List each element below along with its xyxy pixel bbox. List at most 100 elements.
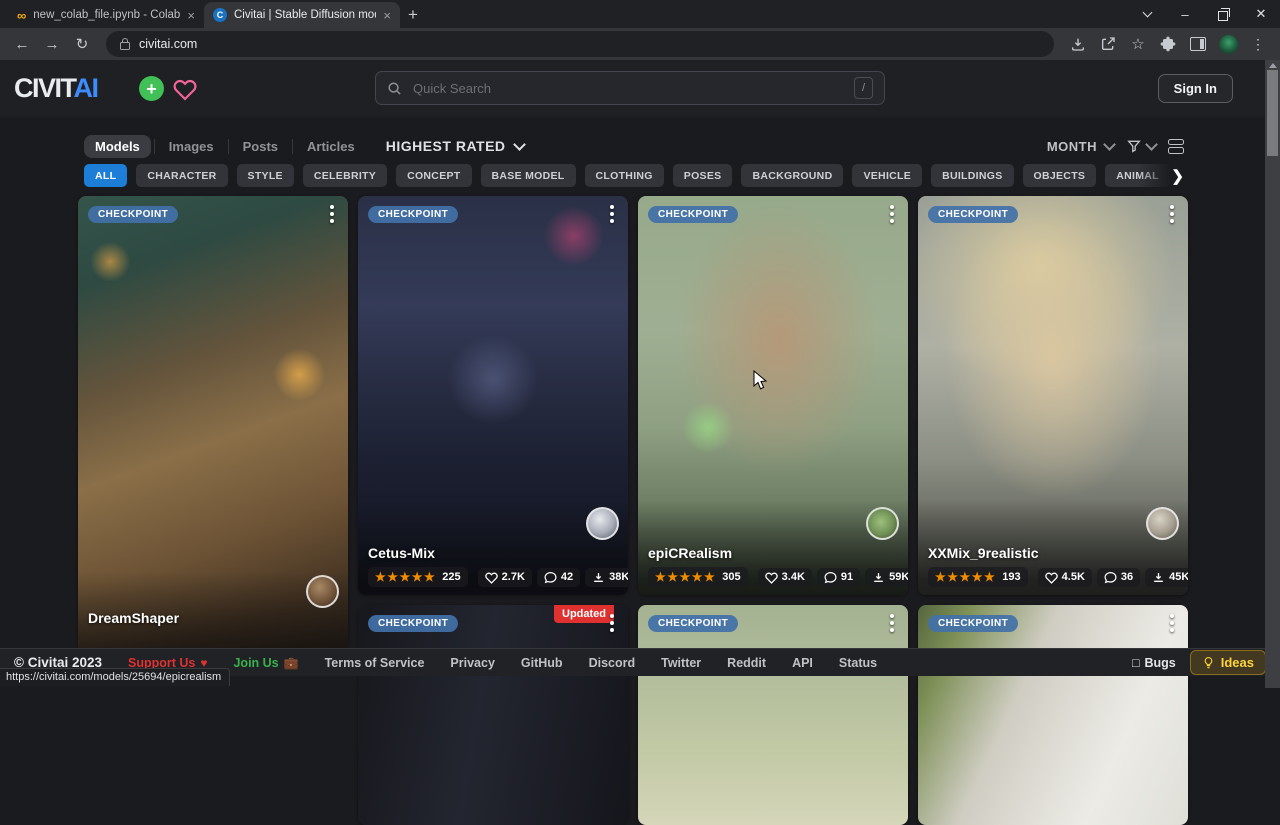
filter-dropdown[interactable] [1126, 138, 1156, 154]
category-buildings[interactable]: BUILDINGS [931, 164, 1013, 187]
model-card[interactable]: CHECKPOINTDreamShaper [78, 196, 348, 666]
bookmark-star-icon[interactable]: ☆ [1126, 32, 1150, 56]
tab-close-icon[interactable]: × [383, 8, 391, 23]
card-stats: ★★★★★1934.5K3645K [928, 567, 1178, 587]
card-menu-icon[interactable] [883, 614, 901, 632]
model-card[interactable]: CHECKPOINT [918, 605, 1188, 825]
model-card[interactable]: CHECKPOINT [638, 605, 908, 825]
civitai-logo[interactable]: CIVITAI [14, 73, 98, 104]
tab-divider [228, 139, 229, 154]
footer-link-github[interactable]: GitHub [521, 656, 563, 670]
rating-pill[interactable]: ★★★★★193 [928, 567, 1028, 587]
rating-pill[interactable]: ★★★★★305 [648, 567, 748, 587]
model-type-badge: CHECKPOINT [368, 615, 458, 632]
bugs-link[interactable]: □ Bugs [1132, 656, 1176, 670]
model-card[interactable]: CHECKPOINTUpdated [358, 605, 628, 825]
window-restore-button[interactable] [1204, 0, 1242, 28]
tab-articles[interactable]: Articles [296, 135, 366, 158]
period-dropdown[interactable]: MONTH [1047, 139, 1114, 154]
category-objects[interactable]: OBJECTS [1023, 164, 1097, 187]
new-tab-button[interactable]: + [400, 2, 426, 28]
card-menu-icon[interactable] [603, 205, 621, 223]
scrollbar-thumb[interactable] [1267, 70, 1278, 156]
categories-scroll-right[interactable]: ❯ [1138, 161, 1184, 190]
comment-icon [544, 571, 557, 584]
card-menu-icon[interactable] [603, 614, 621, 632]
tab-models[interactable]: Models [84, 135, 151, 158]
footer-link-status[interactable]: Status [839, 656, 877, 670]
downloads-pill[interactable]: 59K [865, 568, 908, 587]
browser-tab-colab[interactable]: ∞ new_colab_file.ipynb - Colaborat × [8, 2, 204, 28]
tab-title: Civitai | Stable Diffusion models, [234, 9, 376, 21]
window-close-button[interactable]: ✕ [1242, 0, 1280, 28]
reload-button[interactable]: ↻ [70, 32, 94, 56]
window-minimize-button[interactable]: – [1166, 0, 1204, 28]
model-card[interactable]: CHECKPOINTCetus-Mix★★★★★2252.7K4238K [358, 196, 628, 595]
downloads-pill[interactable]: 38K [585, 568, 628, 587]
search-bar[interactable]: / [375, 71, 885, 105]
browser-tab-civitai[interactable]: C Civitai | Stable Diffusion models, × [204, 2, 400, 28]
share-icon[interactable] [1096, 32, 1120, 56]
star-icons: ★★★★★ [375, 570, 436, 584]
browser-toolbar: ← → ↻ civitai.com ☆ ⋮ [0, 28, 1280, 60]
page-scrollbar[interactable] [1265, 60, 1280, 688]
favorites-heart-icon[interactable] [171, 75, 198, 102]
card-menu-icon[interactable] [1163, 205, 1181, 223]
sign-in-button[interactable]: Sign In [1158, 74, 1233, 103]
downloads-pill[interactable]: 45K [1145, 568, 1188, 587]
tab-close-icon[interactable]: × [187, 8, 195, 23]
creator-avatar[interactable] [1146, 507, 1179, 540]
star-icons: ★★★★★ [935, 570, 996, 584]
comments-pill[interactable]: 36 [1097, 568, 1140, 587]
category-concept[interactable]: CONCEPT [396, 164, 471, 187]
layout-toggle-icon[interactable] [1168, 139, 1184, 154]
footer-link-terms-of-service[interactable]: Terms of Service [325, 656, 425, 670]
search-input[interactable] [411, 80, 845, 97]
address-bar[interactable]: civitai.com [106, 31, 1054, 57]
comments-pill[interactable]: 42 [537, 568, 580, 587]
category-clothing[interactable]: CLOTHING [585, 164, 664, 187]
likes-pill[interactable]: 4.5K [1038, 568, 1092, 587]
download-icon[interactable] [1066, 32, 1090, 56]
creator-avatar[interactable] [866, 507, 899, 540]
card-menu-icon[interactable] [1163, 614, 1181, 632]
footer-link-privacy[interactable]: Privacy [450, 656, 494, 670]
downloads-count: 38K [609, 571, 628, 583]
tab-images[interactable]: Images [158, 135, 225, 158]
category-background[interactable]: BACKGROUND [741, 164, 843, 187]
category-vehicle[interactable]: VEHICLE [852, 164, 922, 187]
extensions-puzzle-icon[interactable] [1156, 32, 1180, 56]
sort-dropdown[interactable]: HIGHEST RATED [386, 138, 524, 154]
rating-pill[interactable]: ★★★★★225 [368, 567, 468, 587]
category-base-model[interactable]: BASE MODEL [481, 164, 576, 187]
colab-favicon-icon: ∞ [17, 8, 26, 23]
category-poses[interactable]: POSES [673, 164, 733, 187]
back-button[interactable]: ← [10, 32, 34, 56]
creator-avatar[interactable] [586, 507, 619, 540]
profile-avatar[interactable] [1216, 32, 1240, 56]
card-menu-icon[interactable] [323, 205, 341, 223]
category-character[interactable]: CHARACTER [136, 164, 227, 187]
category-style[interactable]: STYLE [237, 164, 294, 187]
footer-link-twitter[interactable]: Twitter [661, 656, 701, 670]
likes-pill[interactable]: 3.4K [758, 568, 812, 587]
card-menu-icon[interactable] [883, 205, 901, 223]
model-card[interactable]: CHECKPOINTXXMix_9realistic★★★★★1934.5K36… [918, 196, 1188, 595]
category-celebrity[interactable]: CELEBRITY [303, 164, 387, 187]
tab-search-chevron-icon[interactable] [1128, 0, 1166, 28]
footer-link-reddit[interactable]: Reddit [727, 656, 766, 670]
browser-menu-icon[interactable]: ⋮ [1246, 32, 1270, 56]
likes-pill[interactable]: 2.7K [478, 568, 532, 587]
scrollbar-up-arrow-icon[interactable] [1269, 63, 1277, 68]
footer-link-api[interactable]: API [792, 656, 813, 670]
tab-posts[interactable]: Posts [232, 135, 289, 158]
footer-link-join-us[interactable]: Join Us💼 [233, 656, 298, 670]
comments-pill[interactable]: 91 [817, 568, 860, 587]
category-all[interactable]: ALL [84, 164, 127, 187]
forward-button[interactable]: → [40, 32, 64, 56]
upload-plus-button[interactable]: + [139, 76, 164, 101]
side-panel-icon[interactable] [1186, 32, 1210, 56]
footer-link-discord[interactable]: Discord [589, 656, 636, 670]
ideas-button[interactable]: Ideas [1190, 650, 1266, 675]
model-card[interactable]: CHECKPOINTepiCRealism★★★★★3053.4K9159K [638, 196, 908, 595]
